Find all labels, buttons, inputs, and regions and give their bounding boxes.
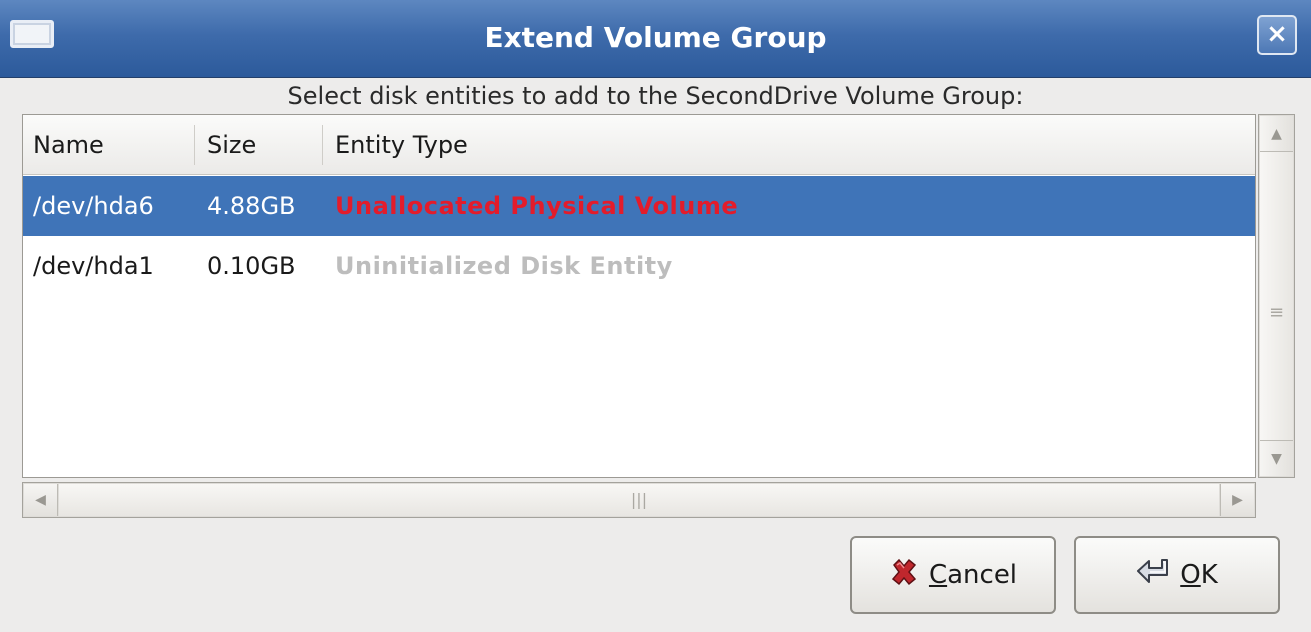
column-header-entity-type[interactable]: Entity Type [335,115,735,174]
row-entity-type: Unallocated Physical Volume [335,192,739,220]
horizontal-scroll-thumb[interactable]: ||| [59,484,1219,516]
close-button[interactable]: × [1257,15,1297,55]
x-icon [889,557,919,594]
ok-button[interactable]: OK [1074,536,1280,614]
row-name: /dev/hda6 [33,192,154,220]
ok-label: OK [1180,560,1218,590]
instruction-label: Select disk entities to add to the Secon… [287,82,1024,110]
table-row[interactable]: /dev/hda6 4.88GB Unallocated Physical Vo… [23,176,1255,236]
vertical-scroll-thumb[interactable]: ≡ [1260,151,1293,473]
row-size: 0.10GB [207,252,296,280]
enter-arrow-icon [1136,557,1170,594]
column-divider[interactable] [322,125,323,165]
row-entity-type: Uninitialized Disk Entity [335,252,673,280]
column-header-size[interactable]: Size [207,115,317,174]
column-divider[interactable] [194,125,195,165]
column-header-name[interactable]: Name [33,115,193,174]
vertical-scrollbar[interactable]: ▲ ≡ ▼ [1258,114,1295,478]
window-title: Extend Volume Group [484,21,827,54]
scroll-left-button[interactable]: ◀ [24,484,58,516]
column-header-bar: Name Size Entity Type [23,115,1255,175]
row-size: 4.88GB [207,192,296,220]
table-row[interactable]: /dev/hda1 0.10GB Uninitialized Disk Enti… [23,236,1255,296]
cancel-label: Cancel [928,560,1018,590]
scroll-up-button[interactable]: ▲ [1260,116,1293,152]
row-name: /dev/hda1 [33,252,154,280]
disk-entity-list[interactable]: Name Size Entity Type /dev/hda6 4.88GB U… [22,114,1256,478]
title-bar: Extend Volume Group × [0,0,1311,78]
scroll-right-button[interactable]: ▶ [1220,484,1254,516]
cancel-button[interactable]: Cancel [850,536,1056,614]
scroll-down-button[interactable]: ▼ [1260,440,1293,476]
horizontal-scrollbar[interactable]: ◀ ||| ▶ [22,482,1256,518]
